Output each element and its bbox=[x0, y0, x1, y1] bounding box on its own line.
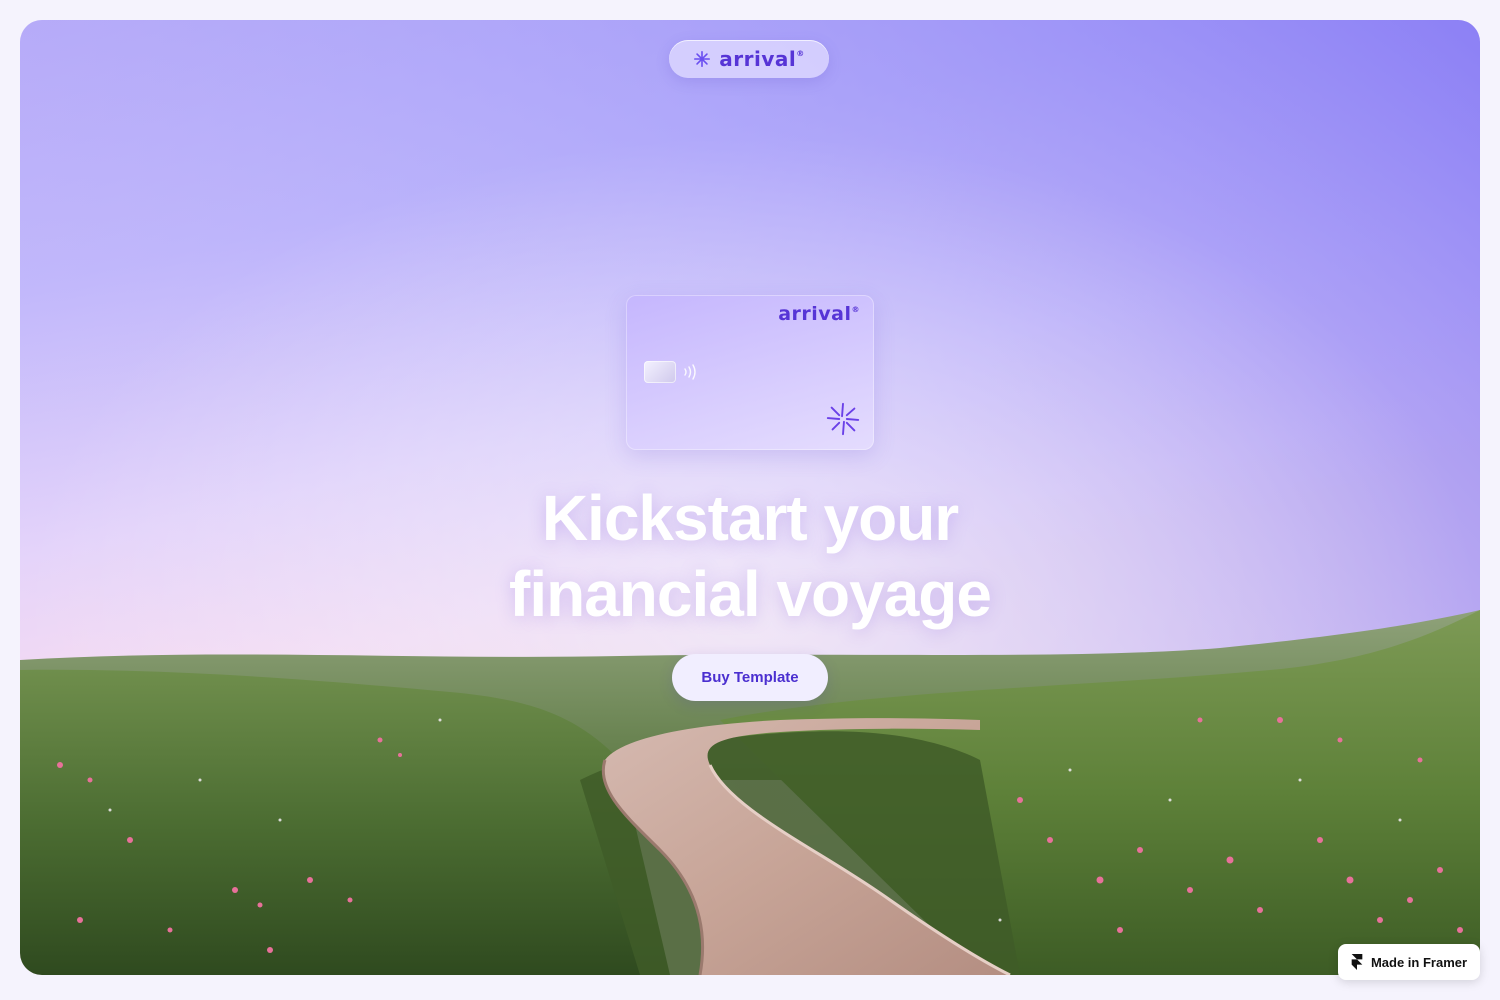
asterisk-star-icon bbox=[694, 50, 711, 68]
made-in-framer-badge[interactable]: Made in Framer bbox=[1338, 944, 1480, 980]
contactless-icon bbox=[684, 364, 696, 380]
burst-star-icon bbox=[826, 402, 860, 436]
nav-logo-pill[interactable]: arrival® bbox=[669, 40, 829, 78]
hero-headline: Kickstart your financial voyage bbox=[20, 480, 1480, 632]
headline-line-2: financial voyage bbox=[509, 558, 992, 630]
card-chip-icon bbox=[644, 361, 676, 383]
credit-card-visual: arrival® bbox=[626, 295, 874, 450]
hero-section: arrival® arrival® Kickstart your financi… bbox=[20, 20, 1480, 975]
card-brand-logo: arrival® bbox=[778, 303, 860, 325]
badge-label: Made in Framer bbox=[1370, 954, 1468, 970]
headline-line-1: Kickstart your bbox=[541, 482, 959, 554]
framer-logo-icon bbox=[1351, 954, 1363, 970]
buy-template-button[interactable]: Buy Template bbox=[672, 654, 828, 701]
brand-logo: arrival® bbox=[719, 47, 805, 71]
